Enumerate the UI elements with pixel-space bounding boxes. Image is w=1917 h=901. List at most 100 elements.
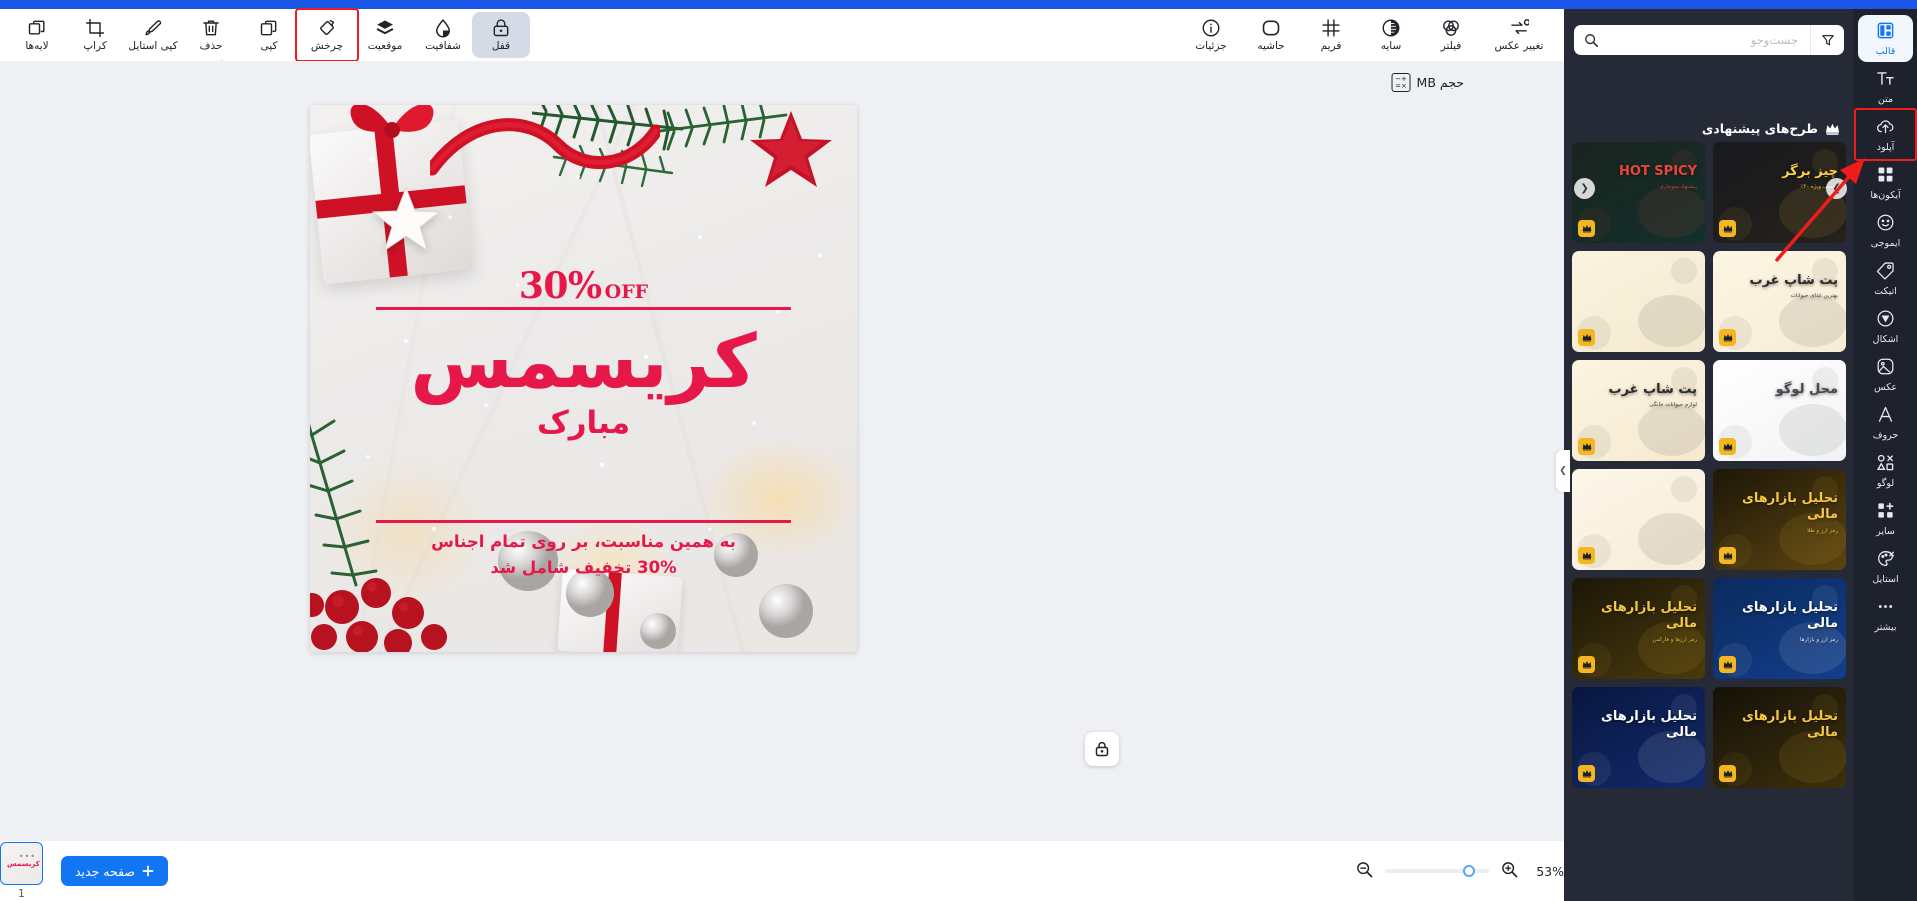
rail-item-image[interactable]: عکس bbox=[1858, 351, 1913, 398]
toolbar-button-crop[interactable]: کراپ bbox=[66, 12, 124, 58]
ribbon-bow-icon bbox=[350, 105, 434, 138]
rail-item-letter-a[interactable]: حروف bbox=[1858, 399, 1913, 446]
swap-image-icon bbox=[1509, 18, 1529, 38]
zoom-out-button[interactable] bbox=[1356, 861, 1373, 882]
rail-item-logo-shapes[interactable]: لوگو bbox=[1858, 447, 1913, 494]
toolbar-button-lock[interactable]: قفل bbox=[472, 12, 530, 58]
carousel-next-button[interactable]: ❯ bbox=[1826, 178, 1847, 199]
crop-icon bbox=[85, 18, 105, 38]
premium-badge bbox=[1578, 329, 1595, 346]
size-chip[interactable]: +− ×= حجم MB bbox=[1391, 73, 1464, 92]
toolbar-button-frame[interactable]: فریم bbox=[1302, 12, 1360, 58]
template-sub-text: لوازم حیوانات خانگی bbox=[1649, 402, 1697, 409]
toolbar-button-label: فیلتر bbox=[1440, 40, 1462, 53]
toolbar-button-label: قفل bbox=[491, 40, 511, 53]
artboard-body-line1: به همین مناسبت، بر روی تمام اجناس bbox=[431, 532, 736, 551]
search-bar[interactable] bbox=[1574, 25, 1844, 55]
toolbar-button-label: لایه‌ها bbox=[25, 40, 49, 53]
rail-item-label: سایر bbox=[1876, 525, 1895, 537]
template-panel: طرح‌های پیشنهادی چیز برگرتخفیف ویژه ۴۰٪H… bbox=[1564, 9, 1854, 901]
template-sub-text: رمز ارز و بازارها bbox=[1799, 636, 1838, 643]
rail-item-upload-cloud[interactable]: آپلود bbox=[1854, 108, 1917, 161]
template-card[interactable]: پت شاپ غرب بهترین غذای حیوانات bbox=[1713, 251, 1846, 352]
toolbar-button-opacity[interactable]: شفافیت bbox=[414, 12, 472, 58]
zoom-in-button[interactable] bbox=[1501, 861, 1518, 882]
rail-item-shapes[interactable]: اشکال bbox=[1858, 303, 1913, 350]
premium-badge bbox=[1719, 547, 1736, 564]
toolbar-button-trash[interactable]: حذف bbox=[182, 12, 240, 58]
toolbar-button-rotate[interactable]: چرخش bbox=[295, 8, 359, 62]
template-card[interactable]: تحلیل بازارهای مالی رمز ارز و بازارها bbox=[1713, 578, 1846, 679]
template-card-title: محل لوگو bbox=[1776, 382, 1838, 402]
template-sub-text: پیشنهاد سوخاری bbox=[1659, 184, 1697, 191]
search-input[interactable] bbox=[1608, 25, 1810, 55]
panel-collapse-handle[interactable]: ❯ bbox=[1556, 450, 1570, 492]
template-card[interactable]: محل لوگو bbox=[1713, 360, 1846, 461]
template-card[interactable]: تحلیل بازارهای مالی bbox=[1572, 687, 1705, 788]
toolbar-button-label: جزئیات bbox=[1195, 40, 1227, 53]
toolbar-button-duplicate[interactable]: کپی bbox=[240, 12, 298, 58]
toolbar-button-border[interactable]: حاشیه bbox=[1242, 12, 1300, 58]
artboard-discount: 30% OFF bbox=[310, 265, 857, 307]
section-title: طرح‌های پیشنهادی bbox=[1701, 121, 1818, 136]
template-title-text: HOT SPICY bbox=[1618, 164, 1697, 179]
new-page-label: صفحه جدید bbox=[75, 863, 136, 879]
canvas-area[interactable]: +− ×= حجم MB 30% OFF کریسمس مبارک به همی… bbox=[0, 61, 1564, 841]
page-number: 1 bbox=[18, 888, 25, 900]
template-title-text: چیز برگر bbox=[1782, 164, 1838, 179]
zoom-slider[interactable] bbox=[1385, 865, 1489, 877]
rail-item-ellipsis[interactable]: بیشتر bbox=[1858, 591, 1913, 638]
template-title-text: تحلیل بازارهای مالی bbox=[1742, 600, 1838, 632]
page-thumbnail[interactable]: ••• کریسمس bbox=[0, 842, 43, 885]
toolbar-button-position[interactable]: موقعیت bbox=[356, 12, 414, 58]
top-toolbar: لایه‌ها کراپ کپی استایل حذف کپی چرخش موقعیت شفا… bbox=[0, 8, 1564, 62]
scroll-down-button[interactable] bbox=[765, 834, 791, 841]
artboard-body-line2: 30% تخفیف شامل شد bbox=[490, 557, 677, 577]
rail-item-grid-squares[interactable]: آیکون‌ها bbox=[1858, 159, 1913, 206]
rail-item-template[interactable]: قالب bbox=[1858, 15, 1913, 62]
toolbar-button-label: کپی bbox=[260, 40, 278, 53]
template-sub-text: بهترین غذای حیوانات bbox=[1790, 293, 1838, 300]
upload-cloud-icon bbox=[1876, 117, 1895, 140]
carousel-prev-button[interactable]: ❮ bbox=[1574, 178, 1595, 199]
toolbar-button-info[interactable]: جزئیات bbox=[1182, 12, 1240, 58]
rail-item-text[interactable]: متن bbox=[1858, 63, 1913, 110]
zoom-slider-knob[interactable] bbox=[1463, 865, 1475, 877]
rail-item-label: آیکون‌ها bbox=[1870, 189, 1901, 201]
lock-icon bbox=[491, 18, 511, 38]
image-icon bbox=[1876, 357, 1895, 380]
shapes-icon bbox=[1876, 309, 1895, 332]
template-sub-text: رمز ارزها و فارکس bbox=[1652, 636, 1697, 643]
template-card-title: تحلیل بازارهای مالی رمز ارزها و فارکس bbox=[1572, 600, 1697, 643]
toolbar-button-shadow[interactable]: سایه bbox=[1362, 12, 1420, 58]
template-card[interactable] bbox=[1572, 469, 1705, 570]
template-card[interactable]: تحلیل بازارهای مالی رمز ارزها و فارکس bbox=[1572, 578, 1705, 679]
template-card[interactable]: تحلیل بازارهای مالی رمز ارز و طلا bbox=[1713, 469, 1846, 570]
toolbar-button-swap-image[interactable]: تغییر عکس bbox=[1482, 12, 1556, 58]
new-page-button[interactable]: صفحه جدید bbox=[61, 856, 169, 886]
toolbar-button-label: فریم bbox=[1320, 40, 1342, 53]
rail-item-grid-plus[interactable]: سایر bbox=[1858, 495, 1913, 542]
toolbar-button-filter-circles[interactable]: فیلتر bbox=[1422, 12, 1480, 58]
toolbar-button-label: کپی استایل bbox=[128, 40, 178, 53]
template-card[interactable]: پت شاپ غرب لوازم حیوانات خانگی bbox=[1572, 360, 1705, 461]
toolbar-button-layers[interactable]: لایه‌ها bbox=[8, 12, 66, 58]
filter-button[interactable] bbox=[1810, 25, 1844, 55]
canvas-lock-badge[interactable] bbox=[1085, 732, 1119, 766]
template-card[interactable]: تحلیل بازارهای مالی bbox=[1713, 687, 1846, 788]
crown-icon bbox=[1723, 334, 1732, 342]
template-title-text: پت شاپ غرب bbox=[1749, 273, 1838, 288]
layers-icon bbox=[27, 18, 47, 38]
logo-shapes-icon bbox=[1876, 453, 1895, 476]
rail-item-label: اتیکت bbox=[1874, 285, 1897, 297]
filter-circles-icon bbox=[1441, 18, 1461, 38]
rail-item-palette[interactable]: استایل bbox=[1858, 543, 1913, 590]
rail-item-smiley[interactable]: ایموجی bbox=[1858, 207, 1913, 254]
toolbar-button-brush[interactable]: کپی استایل bbox=[124, 12, 182, 58]
template-card[interactable] bbox=[1572, 251, 1705, 352]
rail-item-label: استایل bbox=[1872, 573, 1899, 585]
artboard[interactable]: 30% OFF کریسمس مبارک به همین مناسبت، بر ر… bbox=[310, 105, 857, 652]
bottom-bar: 53% ••• کریسمس 1 صفحه جدید bbox=[0, 841, 1564, 901]
rail-item-tag[interactable]: اتیکت bbox=[1858, 255, 1913, 302]
trash-icon bbox=[201, 18, 221, 38]
